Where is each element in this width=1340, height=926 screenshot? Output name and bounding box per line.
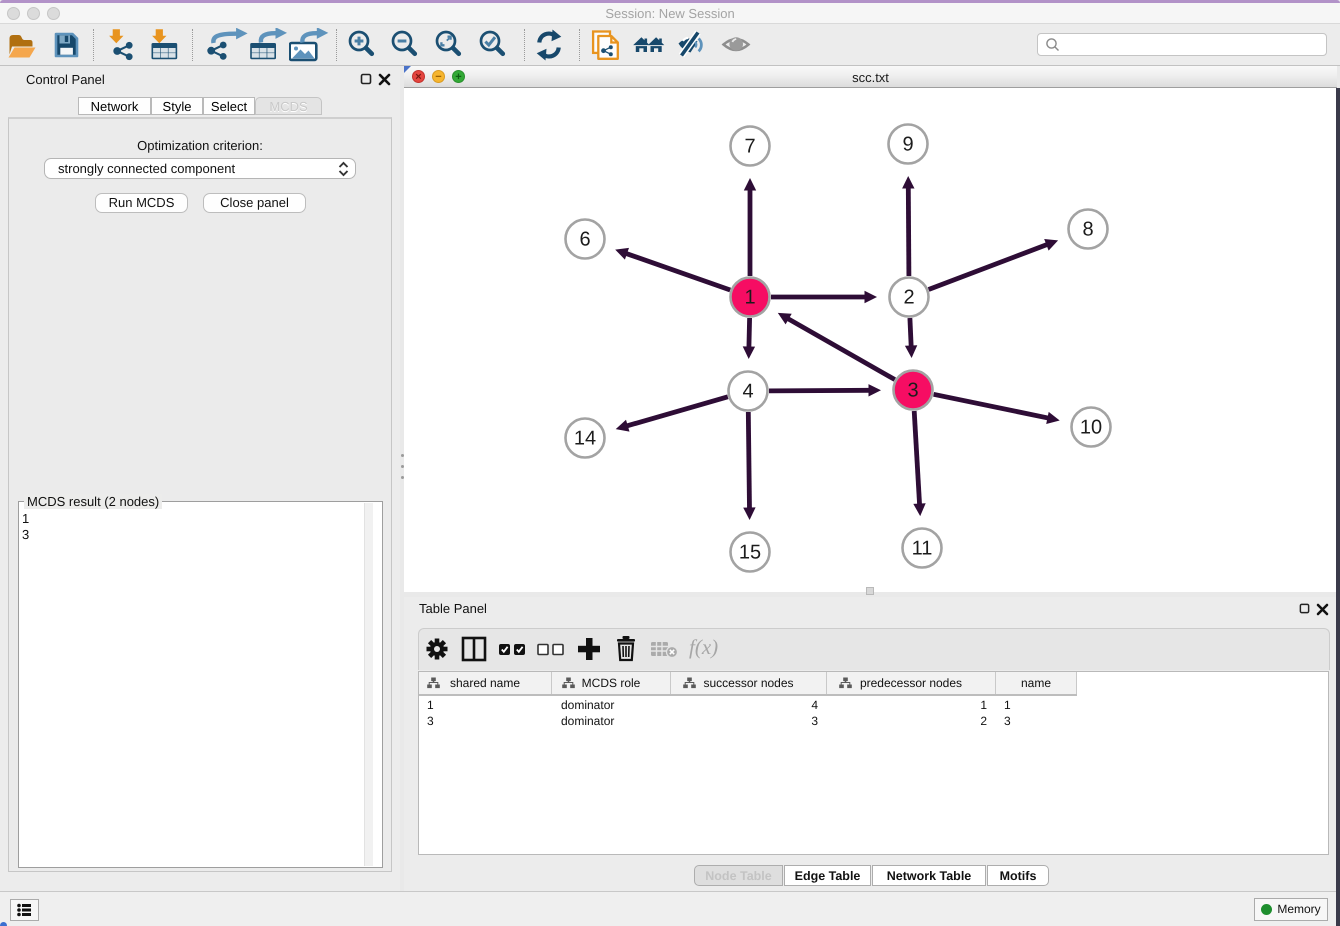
svg-text:2: 2 (903, 287, 914, 309)
svg-text:15: 15 (739, 542, 761, 564)
svg-text:8: 8 (1082, 219, 1093, 241)
svg-text:7: 7 (744, 136, 755, 158)
svg-text:1: 1 (744, 287, 755, 309)
svg-text:10: 10 (1080, 417, 1102, 439)
svg-text:4: 4 (742, 381, 753, 403)
svg-text:3: 3 (907, 380, 918, 402)
svg-text:9: 9 (902, 134, 913, 156)
svg-text:6: 6 (579, 229, 590, 251)
svg-text:11: 11 (912, 538, 933, 560)
svg-text:14: 14 (574, 428, 596, 450)
